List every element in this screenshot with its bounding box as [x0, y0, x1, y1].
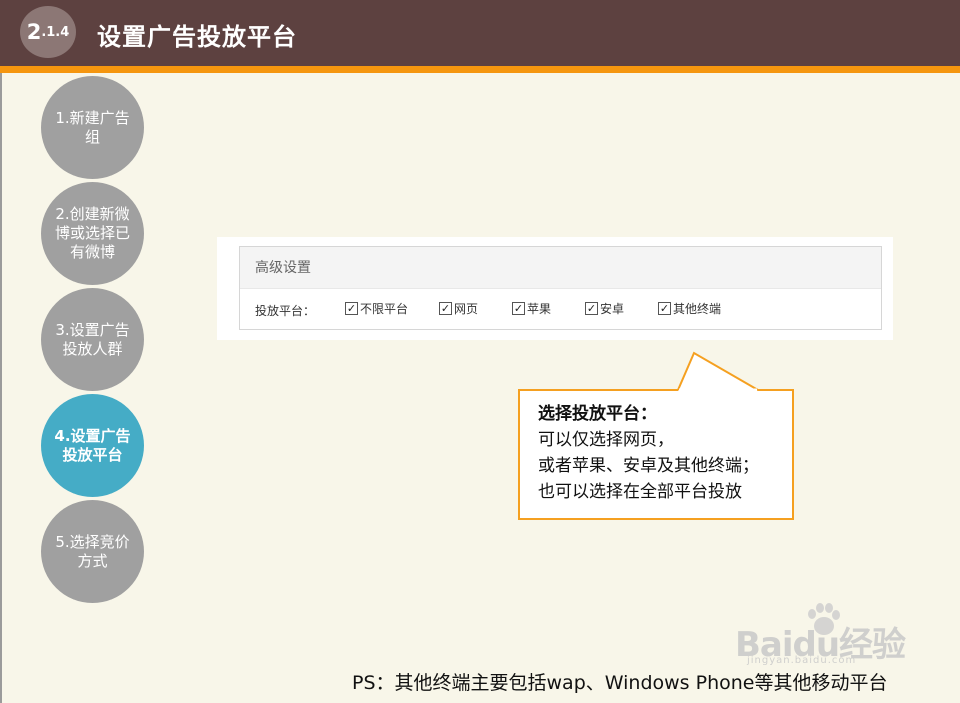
step-circle-4-active: 4.设置广告投放平台: [41, 394, 144, 497]
step-label: 1.新建广告组: [55, 108, 130, 146]
callout-box: 选择投放平台： 可以仅选择网页， 或者苹果、安卓及其他终端； 也可以选择在全部平…: [518, 389, 794, 520]
platform-label: 投放平台：: [255, 304, 316, 318]
check-icon[interactable]: ✓: [585, 302, 598, 315]
checkbox-label: 不限平台: [360, 302, 409, 316]
watermark-url: jingyan.baidu.com: [747, 655, 857, 666]
callout-line: 也可以选择在全部平台投放: [538, 482, 742, 502]
platform-row: 投放平台： ✓ 不限平台 ✓ 网页 ✓ 苹果 ✓ 安卓 ✓ 其他终端: [240, 289, 881, 329]
check-icon[interactable]: ✓: [512, 302, 525, 315]
checkbox-label: 网页: [454, 302, 479, 316]
advanced-settings-panel: 高级设置 投放平台： ✓ 不限平台 ✓ 网页 ✓ 苹果 ✓ 安卓 ✓ 其他终端: [239, 246, 882, 330]
header-accent-stripe: [0, 66, 960, 73]
section-number-badge: 2.1.4: [20, 6, 76, 58]
step-circle-1: 1.新建广告组: [41, 76, 144, 179]
step-label: 4.设置广告投放平台: [54, 426, 131, 464]
header-bar: 2.1.4 设置广告投放平台: [0, 0, 960, 66]
step-circle-5: 5.选择竞价方式: [41, 500, 144, 603]
step-label: 2.创建新微博或选择已有微博: [54, 205, 130, 261]
settings-screenshot: 高级设置 投放平台： ✓ 不限平台 ✓ 网页 ✓ 苹果 ✓ 安卓 ✓ 其他终端: [217, 237, 893, 340]
callout-pointer: [677, 351, 759, 392]
checkbox-label: 苹果: [527, 302, 552, 316]
callout-title: 选择投放平台：: [538, 404, 657, 424]
step-circle-3: 3.设置广告投放人群: [41, 288, 144, 391]
checkbox-label: 其他终端: [673, 302, 722, 316]
step-circle-2: 2.创建新微博或选择已有微博: [41, 182, 144, 285]
left-edge-line: [0, 73, 2, 703]
checkbox-label: 安卓: [600, 302, 625, 316]
checkbox-other-terminals[interactable]: ✓ 其他终端: [658, 300, 721, 317]
check-icon[interactable]: ✓: [658, 302, 671, 315]
panel-heading: 高级设置: [240, 247, 881, 289]
checkbox-android[interactable]: ✓ 安卓: [585, 300, 624, 317]
page-title: 设置广告投放平台: [97, 23, 297, 51]
step-label: 3.设置广告投放人群: [55, 320, 130, 358]
section-number: 2: [26, 19, 42, 44]
callout-line: 或者苹果、安卓及其他终端；: [538, 456, 759, 476]
check-icon[interactable]: ✓: [439, 302, 452, 315]
callout-line: 可以仅选择网页，: [538, 430, 674, 450]
footer-note: PS：其他终端主要包括wap、Windows Phone等其他移动平台: [352, 672, 888, 694]
checkbox-apple[interactable]: ✓ 苹果: [512, 300, 551, 317]
section-sub-number: .1.4: [41, 24, 70, 40]
checkbox-web[interactable]: ✓ 网页: [439, 300, 478, 317]
checkbox-unlimited-platform[interactable]: ✓ 不限平台: [345, 300, 408, 317]
step-label: 5.选择竞价方式: [55, 532, 130, 570]
check-icon[interactable]: ✓: [345, 302, 358, 315]
